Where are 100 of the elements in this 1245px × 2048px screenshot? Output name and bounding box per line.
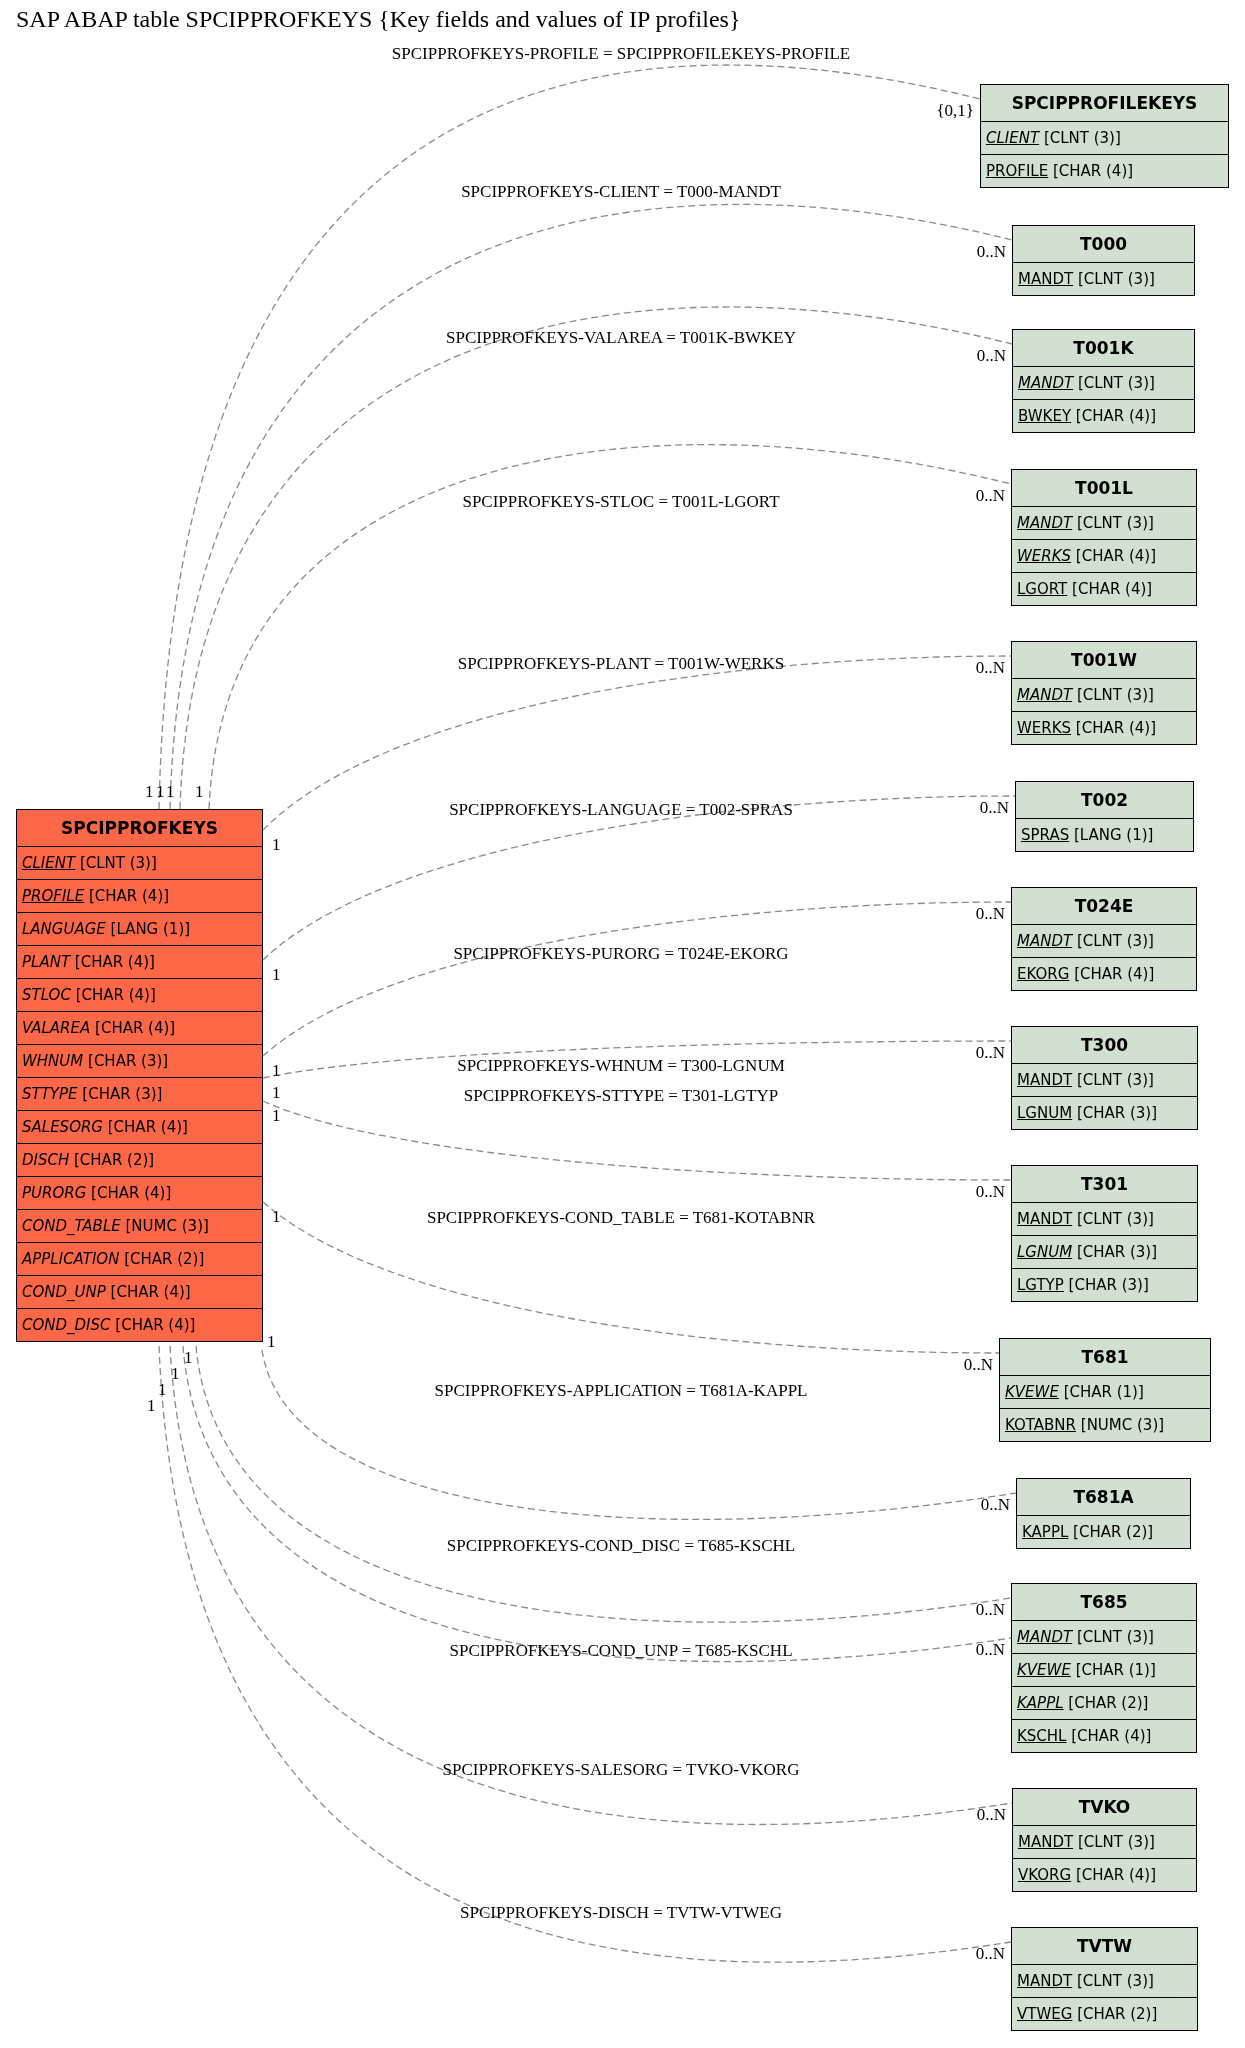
table-field: VKORG [CHAR (4)] bbox=[1013, 1858, 1196, 1891]
table-field: MANDT [CLNT (3)] bbox=[1013, 1825, 1196, 1858]
table-title: T300 bbox=[1079, 1034, 1130, 1057]
cardinality-label: 0..N bbox=[975, 658, 1005, 678]
relation-label: SPCIPPROFKEYS-LANGUAGE = T002-SPRAS bbox=[449, 800, 793, 820]
relation-label: SPCIPPROFKEYS-STLOC = T001L-LGORT bbox=[462, 492, 780, 512]
table-field: MANDT [CLNT (3)] bbox=[1013, 262, 1194, 295]
relation-label: SPCIPPROFKEYS-PLANT = T001W-WERKS bbox=[457, 654, 785, 674]
table-field: PURORG [CHAR (4)] bbox=[17, 1176, 262, 1209]
cardinality-label: 0..N bbox=[975, 1600, 1005, 1620]
cardinality-label: 1 bbox=[147, 1396, 156, 1416]
cardinality-label: 0..N bbox=[976, 1805, 1006, 1825]
table-title: T681A bbox=[1072, 1486, 1135, 1509]
table-field: SPRAS [LANG (1)] bbox=[1016, 818, 1193, 851]
table-field: MANDT [CLNT (3)] bbox=[1012, 1202, 1197, 1235]
table-field: STLOC [CHAR (4)] bbox=[17, 978, 262, 1011]
cardinality-label: 0..N bbox=[975, 1944, 1005, 1964]
table-title: SPCIPPROFILEKEYS bbox=[1010, 92, 1199, 115]
table-field: MANDT [CLNT (3)] bbox=[1012, 1620, 1196, 1653]
table-field: MANDT [CLNT (3)] bbox=[1012, 678, 1196, 711]
cardinality-label: 0..N bbox=[975, 1182, 1005, 1202]
relation-label: SPCIPPROFKEYS-COND_DISC = T685-KSCHL bbox=[446, 1536, 796, 1556]
relation-label: SPCIPPROFKEYS-PURORG = T024E-EKORG bbox=[453, 944, 789, 964]
table-title: T001W bbox=[1070, 649, 1138, 672]
table-field: LGORT [CHAR (4)] bbox=[1012, 572, 1196, 605]
cardinality-label: 1 bbox=[272, 835, 281, 855]
table-field: VALAREA [CHAR (4)] bbox=[17, 1011, 262, 1044]
table-field: KOTABNR [NUMC (3)] bbox=[1000, 1408, 1210, 1441]
table-field: COND_UNP [CHAR (4)] bbox=[17, 1275, 262, 1308]
table-field: EKORG [CHAR (4)] bbox=[1012, 957, 1196, 990]
cardinality-label: 0..N bbox=[975, 1043, 1005, 1063]
cardinality-label: 1 bbox=[156, 782, 165, 802]
table-field: KAPPL [CHAR (2)] bbox=[1012, 1686, 1196, 1719]
cardinality-label: 0..N bbox=[976, 242, 1006, 262]
table-field: MANDT [CLNT (3)] bbox=[1012, 1063, 1197, 1096]
table-field: LGTYP [CHAR (3)] bbox=[1012, 1268, 1197, 1301]
table-title: SPCIPPROFKEYS bbox=[60, 817, 219, 840]
relation-label: SPCIPPROFKEYS-DISCH = TVTW-VTWEG bbox=[460, 1903, 782, 1923]
table-field: CLIENT [CLNT (3)] bbox=[981, 121, 1228, 154]
table-title: TVTW bbox=[1075, 1935, 1134, 1958]
cardinality-label: 1 bbox=[267, 1332, 276, 1352]
cardinality-label: 1 bbox=[195, 782, 204, 802]
table-field: COND_DISC [CHAR (4)] bbox=[17, 1308, 262, 1341]
table-field: LGNUM [CHAR (3)] bbox=[1012, 1235, 1197, 1268]
table-field: WERKS [CHAR (4)] bbox=[1012, 711, 1196, 744]
table-field: MANDT [CLNT (3)] bbox=[1012, 1964, 1197, 1997]
cardinality-label: 0..N bbox=[975, 1640, 1005, 1660]
table-field: MANDT [CLNT (3)] bbox=[1013, 366, 1194, 399]
cardinality-label: 1 bbox=[171, 1364, 180, 1384]
relation-label: SPCIPPROFKEYS-APPLICATION = T681A-KAPPL bbox=[434, 1381, 808, 1401]
table-title: TVKO bbox=[1077, 1796, 1132, 1819]
table-field: KVEWE [CHAR (1)] bbox=[1000, 1375, 1210, 1408]
cardinality-label: 0..N bbox=[963, 1355, 993, 1375]
table-field: WHNUM [CHAR (3)] bbox=[17, 1044, 262, 1077]
table-field: SALESORG [CHAR (4)] bbox=[17, 1110, 262, 1143]
table-field: APPLICATION [CHAR (2)] bbox=[17, 1242, 262, 1275]
relation-label: SPCIPPROFKEYS-SALESORG = TVKO-VKORG bbox=[442, 1760, 800, 1780]
diagram-title: SAP ABAP table SPCIPPROFKEYS {Key fields and values of IP profiles} bbox=[16, 6, 741, 33]
table-field: KVEWE [CHAR (1)] bbox=[1012, 1653, 1196, 1686]
table-field: PROFILE [CHAR (4)] bbox=[981, 154, 1228, 187]
relation-label: SPCIPPROFKEYS-CLIENT = T000-MANDT bbox=[461, 182, 781, 202]
table-field: PROFILE [CHAR (4)] bbox=[17, 879, 262, 912]
relation-label: SPCIPPROFKEYS-VALAREA = T001K-BWKEY bbox=[446, 328, 796, 348]
cardinality-label: 0..N bbox=[976, 346, 1006, 366]
table-field: MANDT [CLNT (3)] bbox=[1012, 924, 1196, 957]
table-field: KAPPL [CHAR (2)] bbox=[1017, 1515, 1190, 1548]
table-title: T681 bbox=[1080, 1346, 1130, 1369]
cardinality-label: 0..N bbox=[975, 486, 1005, 506]
cardinality-label: {0,1} bbox=[936, 101, 974, 121]
cardinality-label: 1 bbox=[272, 1083, 281, 1103]
table-field: STTYPE [CHAR (3)] bbox=[17, 1077, 262, 1110]
cardinality-label: 1 bbox=[272, 1106, 281, 1126]
relation-label: SPCIPPROFKEYS-STTYPE = T301-LGTYP bbox=[463, 1086, 779, 1106]
table-title: T000 bbox=[1078, 233, 1129, 256]
table-title: T024E bbox=[1073, 895, 1135, 918]
relation-label: SPCIPPROFKEYS-PROFILE = SPCIPPROFILEKEYS-PROFILE bbox=[391, 44, 851, 64]
relation-label: SPCIPPROFKEYS-WHNUM = T300-LGNUM bbox=[457, 1056, 785, 1076]
relation-label: SPCIPPROFKEYS-COND_UNP = T685-KSCHL bbox=[449, 1641, 793, 1661]
table-field: KSCHL [CHAR (4)] bbox=[1012, 1719, 1196, 1752]
cardinality-label: 0..N bbox=[979, 798, 1009, 818]
table-field: DISCH [CHAR (2)] bbox=[17, 1143, 262, 1176]
table-field: LGNUM [CHAR (3)] bbox=[1012, 1096, 1197, 1129]
cardinality-label: 1 bbox=[158, 1380, 167, 1400]
table-title: T001L bbox=[1074, 477, 1134, 500]
cardinality-label: 1 bbox=[272, 1207, 281, 1227]
table-field: PLANT [CHAR (4)] bbox=[17, 945, 262, 978]
table-title: T301 bbox=[1079, 1173, 1130, 1196]
table-title: T002 bbox=[1079, 789, 1130, 812]
cardinality-label: 1 bbox=[166, 782, 175, 802]
table-field: COND_TABLE [NUMC (3)] bbox=[17, 1209, 262, 1242]
table-field: BWKEY [CHAR (4)] bbox=[1013, 399, 1194, 432]
table-field: LANGUAGE [LANG (1)] bbox=[17, 912, 262, 945]
cardinality-label: 1 bbox=[184, 1348, 193, 1368]
cardinality-label: 1 bbox=[272, 965, 281, 985]
table-field: VTWEG [CHAR (2)] bbox=[1012, 1997, 1197, 2030]
table-field: MANDT [CLNT (3)] bbox=[1012, 506, 1196, 539]
relation-label: SPCIPPROFKEYS-COND_TABLE = T681-KOTABNR bbox=[426, 1208, 816, 1228]
table-title: T001K bbox=[1072, 337, 1135, 360]
table-field: CLIENT [CLNT (3)] bbox=[17, 846, 262, 879]
table-title: T685 bbox=[1079, 1591, 1129, 1614]
